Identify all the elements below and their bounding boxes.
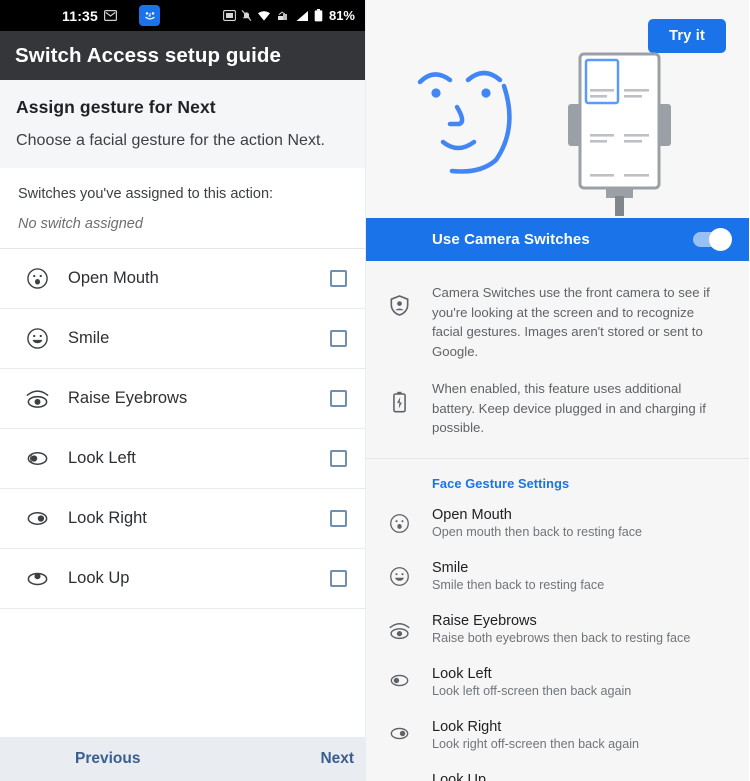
smile-face-icon: [366, 560, 432, 587]
setting-subtitle: Raise both eyebrows then back to resting…: [432, 630, 691, 645]
raise-eyebrows-eye-icon: [22, 386, 52, 411]
gesture-label: Open Mouth: [68, 269, 159, 287]
setting-row-look-right[interactable]: Look Right Look right off-screen then ba…: [366, 709, 749, 762]
gesture-checkbox[interactable]: [330, 570, 347, 587]
face-gesture-settings-section: Face Gesture Settings Open Mouth Open mo…: [366, 458, 749, 781]
setting-body: Look Up: [432, 772, 733, 781]
setting-row-smile[interactable]: Smile Smile then back to resting face: [366, 550, 749, 603]
look-left-eye-icon: [366, 666, 432, 689]
smile-face-icon: [22, 327, 52, 350]
gesture-row-smile[interactable]: Smile: [0, 309, 365, 369]
setting-subtitle: Look right off-screen then back again: [432, 736, 639, 751]
look-right-eye-icon: [22, 509, 52, 528]
use-camera-switches-label: Use Camera Switches: [432, 231, 590, 248]
look-right-eye-icon: [366, 719, 432, 742]
gesture-checkbox[interactable]: [330, 450, 347, 467]
face-illustration-icon: [410, 52, 530, 182]
use-camera-switches-toggle[interactable]: [693, 228, 732, 251]
intro-section: Assign gesture for Next Choose a facial …: [0, 80, 365, 168]
gesture-checkbox[interactable]: [330, 330, 347, 347]
right-phone-screen: Try it Use Camera Switches Camera Switch…: [366, 0, 749, 781]
gesture-row-raise-eyebrows[interactable]: Raise Eyebrows: [0, 369, 365, 429]
app-bar: Switch Access setup guide: [0, 31, 365, 80]
gesture-label: Look Up: [68, 569, 130, 587]
assigned-switches-card: Switches you've assigned to this action:…: [0, 168, 365, 248]
status-bar-clock: 11:35: [62, 7, 99, 24]
signal-icon: [295, 10, 309, 22]
next-button[interactable]: Next: [320, 750, 354, 768]
gesture-label: Smile: [68, 329, 110, 347]
setting-title: Raise Eyebrows: [432, 612, 537, 629]
status-bar: 11:35 81%: [0, 0, 365, 31]
look-up-eye-icon: [22, 569, 52, 588]
setting-subtitle: Open mouth then back to resting face: [432, 524, 643, 539]
assigned-switches-label: Switches you've assigned to this action:: [18, 186, 274, 202]
setting-row-open-mouth[interactable]: Open Mouth Open mouth then back to resti…: [366, 497, 749, 550]
assign-gesture-heading: Assign gesture for Next: [16, 97, 216, 117]
open-mouth-face-icon: [22, 267, 52, 290]
setting-row-look-up[interactable]: Look Up: [366, 762, 749, 781]
page-title: Switch Access setup guide: [15, 43, 282, 67]
setting-title: Look Up: [432, 771, 487, 781]
gesture-checkbox[interactable]: [330, 270, 347, 287]
assign-gesture-description: Choose a facial gesture for the action N…: [16, 132, 326, 149]
gesture-row-look-right[interactable]: Look Right: [0, 489, 365, 549]
hero-illustration-area: Try it: [366, 0, 749, 218]
setting-title: Smile: [432, 559, 469, 576]
open-mouth-face-icon: [366, 507, 432, 534]
setting-body: Smile Smile then back to resting face: [432, 560, 733, 592]
setting-body: Raise Eyebrows Raise both eyebrows then …: [432, 613, 733, 645]
gesture-label: Look Right: [68, 509, 147, 527]
setting-body: Look Left Look left off-screen then back…: [432, 666, 733, 698]
gesture-row-open-mouth[interactable]: Open Mouth: [0, 249, 365, 309]
use-camera-switches-row[interactable]: Use Camera Switches: [366, 218, 749, 261]
gesture-label: Look Left: [68, 449, 136, 467]
info-block: Camera Switches use the front camera to …: [366, 261, 749, 459]
vpn-icon: [276, 10, 290, 22]
battery-icon: [314, 9, 323, 22]
wizard-nav-bar: Previous Next: [0, 737, 365, 781]
previous-button[interactable]: Previous: [75, 750, 140, 768]
setting-title: Open Mouth: [432, 506, 512, 523]
privacy-info-text: Camera Switches use the front camera to …: [432, 285, 710, 359]
battery-info-text: When enabled, this feature uses addition…: [432, 381, 706, 436]
battery-percent-label: 81%: [328, 8, 355, 23]
notifications-muted-icon: [241, 9, 252, 22]
info-row-privacy: Camera Switches use the front camera to …: [366, 275, 731, 371]
setting-body: Look Right Look right off-screen then ba…: [432, 719, 733, 751]
assigned-switches-value: No switch assigned: [18, 216, 143, 232]
gesture-label: Raise Eyebrows: [68, 389, 188, 407]
screenshot-icon: [223, 10, 236, 21]
setting-row-look-left[interactable]: Look Left Look left off-screen then back…: [366, 656, 749, 709]
setting-body: Open Mouth Open mouth then back to resti…: [432, 507, 733, 539]
privacy-shield-icon: [366, 283, 432, 361]
toggle-knob: [709, 228, 732, 251]
setting-title: Look Right: [432, 718, 502, 735]
setting-row-raise-eyebrows[interactable]: Raise Eyebrows Raise both eyebrows then …: [366, 603, 749, 656]
raise-eyebrows-eye-icon: [366, 613, 432, 642]
gesture-row-look-left[interactable]: Look Left: [0, 429, 365, 489]
camera-switches-face-badge-icon: [139, 5, 161, 26]
phone-on-stand-illustration-icon: [562, 48, 677, 216]
message-icon: [104, 10, 118, 21]
screenshot-root: 11:35 81% Switch Access setup guide Assi…: [0, 0, 750, 781]
left-phone-screen: 11:35 81% Switch Access setup guide Assi…: [0, 0, 366, 781]
gesture-checkbox[interactable]: [330, 510, 347, 527]
info-row-battery: When enabled, this feature uses addition…: [366, 371, 731, 448]
status-bar-icons: 81%: [223, 8, 355, 23]
look-left-eye-icon: [22, 449, 52, 468]
gesture-row-look-up[interactable]: Look Up: [0, 549, 365, 609]
wifi-icon: [257, 10, 271, 22]
gesture-option-list: Open Mouth Smile Raise Eyebrows Look Lef…: [0, 248, 365, 737]
setting-title: Look Left: [432, 665, 492, 682]
setting-subtitle: Look left off-screen then back again: [432, 683, 632, 698]
gesture-checkbox[interactable]: [330, 390, 347, 407]
section-title: Face Gesture Settings: [432, 475, 570, 491]
battery-charging-icon: [366, 379, 432, 438]
look-up-eye-icon: [366, 772, 432, 781]
setting-subtitle: Smile then back to resting face: [432, 577, 605, 592]
